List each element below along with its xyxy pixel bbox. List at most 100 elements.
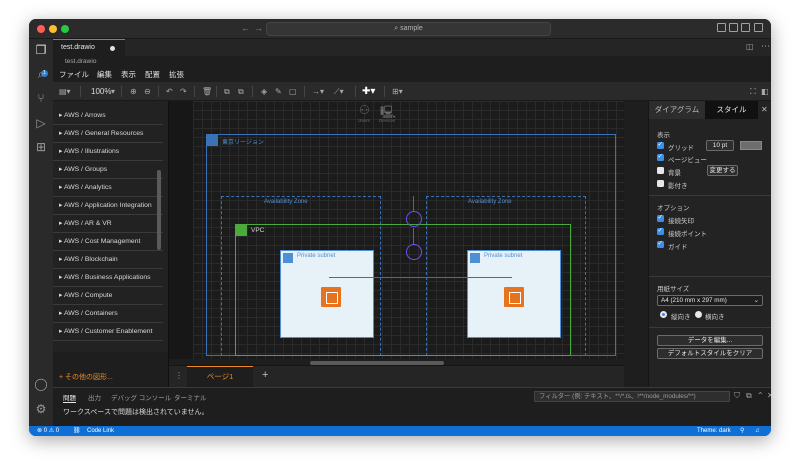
ec2-instance-icon[interactable]	[321, 287, 341, 307]
run-debug-icon[interactable]: ▷	[34, 116, 48, 130]
menu-extras[interactable]: 拡張	[169, 69, 184, 80]
private-subnet-right[interactable]: Private subnet	[467, 250, 561, 338]
toggle-sidebar-icon[interactable]	[717, 23, 726, 32]
customize-layout-icon[interactable]	[754, 23, 763, 32]
fullscreen-icon[interactable]: ⛶	[750, 86, 756, 97]
explorer-icon[interactable]: ❐	[34, 43, 48, 57]
edit-data-button[interactable]: データを編集...	[657, 335, 763, 346]
to-back-icon[interactable]: ⧉	[238, 86, 244, 97]
zoom-dropdown[interactable]: 100%	[91, 86, 111, 97]
search-icon[interactable]: ⌕	[34, 67, 48, 81]
change-background-button[interactable]: 変更する	[707, 165, 738, 176]
toggle-secondary-sidebar-icon[interactable]	[741, 23, 750, 32]
panel-tab-problems[interactable]: 問題	[63, 392, 76, 403]
library-aws-cost-management[interactable]: ▸ AWS / Cost Management	[53, 233, 163, 251]
problems-filter-input[interactable]: フィルター (例: テキスト、**/*.ts、!**/node_modules/…	[534, 391, 730, 402]
back-arrow-icon[interactable]: ←	[241, 23, 250, 33]
maximize-panel-icon[interactable]: ⌃	[757, 391, 764, 400]
library-aws-analytics[interactable]: ▸ AWS / Analytics	[53, 179, 163, 197]
toggle-panel-icon[interactable]	[729, 23, 738, 32]
library-aws-blockchain[interactable]: ▸ AWS / Blockchain	[53, 251, 163, 269]
tab-test-drawio[interactable]: test.drawio	[53, 39, 125, 56]
panel-tab-terminal[interactable]: ターミナル	[174, 392, 207, 402]
zoom-out-icon[interactable]: ⊖	[144, 86, 151, 97]
fill-color-icon[interactable]: ◈	[261, 86, 267, 97]
connection-arrows-checkbox[interactable]	[657, 213, 664, 222]
library-aws-illustrations[interactable]: ▸ AWS / Illustrations	[53, 143, 163, 161]
insert-plus-icon[interactable]: ✚▾	[362, 86, 375, 97]
library-aws-ar-vr[interactable]: ▸ AWS / AR & VR	[53, 215, 163, 233]
guides-checkbox[interactable]	[657, 239, 664, 248]
source-control-icon[interactable]: ⑂	[34, 91, 48, 105]
to-front-icon[interactable]: ⧉	[224, 86, 230, 97]
connector-line[interactable]	[413, 196, 414, 211]
private-subnet-left[interactable]: Private subnet	[280, 250, 374, 338]
landscape-radio[interactable]	[695, 311, 702, 318]
diagram-canvas[interactable]: ⚇ 🖳 Users Devices 東京リージョン Availability Z…	[169, 101, 624, 359]
connection-style-icon[interactable]: →▾	[312, 86, 324, 97]
format-panel-toggle-icon[interactable]: ▤▾	[59, 86, 71, 97]
theme-status[interactable]: Theme: dark	[697, 426, 731, 436]
menu-view[interactable]: 表示	[121, 69, 136, 80]
delete-icon[interactable]: 🗑	[202, 86, 212, 97]
grid-color-swatch[interactable]	[740, 141, 762, 150]
unsaved-dot-icon[interactable]	[110, 46, 115, 51]
code-link-status[interactable]: Code Link	[87, 426, 114, 436]
panel-tab-output[interactable]: 出力	[88, 392, 101, 402]
accounts-status-icon[interactable]: ⚲	[740, 426, 744, 436]
add-page-button[interactable]: +	[262, 369, 268, 381]
account-icon[interactable]: ◯	[34, 377, 48, 391]
breadcrumb[interactable]: test.drawio	[65, 56, 96, 68]
table-icon[interactable]: ⊞▾	[392, 86, 403, 97]
library-aws-business-applications[interactable]: ▸ AWS / Business Applications	[53, 269, 163, 287]
settings-gear-icon[interactable]: ⚙	[34, 402, 48, 416]
collapse-all-icon[interactable]: ⧉	[746, 391, 752, 401]
close-panel-icon[interactable]: ✕	[767, 391, 771, 400]
menu-edit[interactable]: 編集	[97, 69, 112, 80]
shadow-icon[interactable]: ▢	[289, 86, 297, 97]
extensions-icon[interactable]: ⊞	[34, 140, 48, 154]
minimize-window-button[interactable]	[49, 25, 57, 33]
filter-icon[interactable]: ⛉	[734, 391, 740, 401]
library-aws-general-resources[interactable]: ▸ AWS / General Resources	[53, 125, 163, 143]
redo-icon[interactable]: ↷	[180, 86, 187, 97]
forward-arrow-icon[interactable]: →	[254, 23, 263, 33]
pages-menu-icon[interactable]: ⋮	[175, 371, 183, 380]
zoom-in-icon[interactable]: ⊕	[130, 86, 137, 97]
connection-points-checkbox[interactable]	[657, 226, 664, 235]
code-link-icon[interactable]: ⛓	[73, 426, 81, 436]
portrait-radio[interactable]	[660, 311, 667, 318]
library-aws-application-integration[interactable]: ▸ AWS / Application Integration	[53, 197, 163, 215]
clear-default-style-button[interactable]: デフォルトスタイルをクリア	[657, 348, 763, 359]
background-checkbox[interactable]	[657, 167, 664, 174]
zoom-chevron-icon[interactable]: ▾	[111, 86, 115, 97]
close-panel-icon[interactable]: ✕	[761, 105, 768, 114]
library-aws-containers[interactable]: ▸ AWS / Containers	[53, 305, 163, 323]
paper-size-select[interactable]: A4 (210 mm x 297 mm) ⌄	[657, 295, 763, 306]
menu-file[interactable]: ファイル	[59, 69, 89, 80]
page-tab-1[interactable]: ページ1	[187, 366, 253, 387]
grid-size-input[interactable]: 10 pt	[706, 140, 734, 151]
toggle-format-icon[interactable]: ◧	[761, 86, 769, 97]
split-editor-icon[interactable]: ◫	[746, 42, 754, 51]
line-color-icon[interactable]: ✎	[275, 86, 282, 97]
connector-line[interactable]	[329, 277, 512, 278]
command-center-search[interactable]: ⌕ sample	[266, 22, 551, 36]
internet-gateway-icon[interactable]	[406, 211, 422, 227]
more-shapes-link[interactable]: + その他の図形...	[59, 372, 113, 382]
waypoints-icon[interactable]: ⟋▾	[334, 86, 344, 97]
problems-status[interactable]: ⊗ 0 ⚠ 0	[37, 426, 59, 436]
maximize-window-button[interactable]	[61, 25, 69, 33]
more-actions-icon[interactable]: ⋯	[761, 41, 770, 52]
tab-diagram[interactable]: ダイアグラム	[649, 101, 705, 119]
library-aws-compute[interactable]: ▸ AWS / Compute	[53, 287, 163, 305]
notifications-bell-icon[interactable]: ♫	[755, 426, 760, 436]
library-aws-customer-enablement[interactable]: ▸ AWS / Customer Enablement	[53, 323, 163, 341]
menu-arrange[interactable]: 配置	[145, 69, 160, 80]
tab-style[interactable]: スタイル	[705, 101, 758, 119]
library-aws-groups[interactable]: ▸ AWS / Groups	[53, 161, 163, 179]
grid-checkbox[interactable]	[657, 140, 664, 149]
undo-icon[interactable]: ↶	[166, 86, 173, 97]
library-aws-arrows[interactable]: ▸ AWS / Arrows	[53, 107, 163, 125]
shapes-scrollbar[interactable]	[157, 170, 161, 250]
